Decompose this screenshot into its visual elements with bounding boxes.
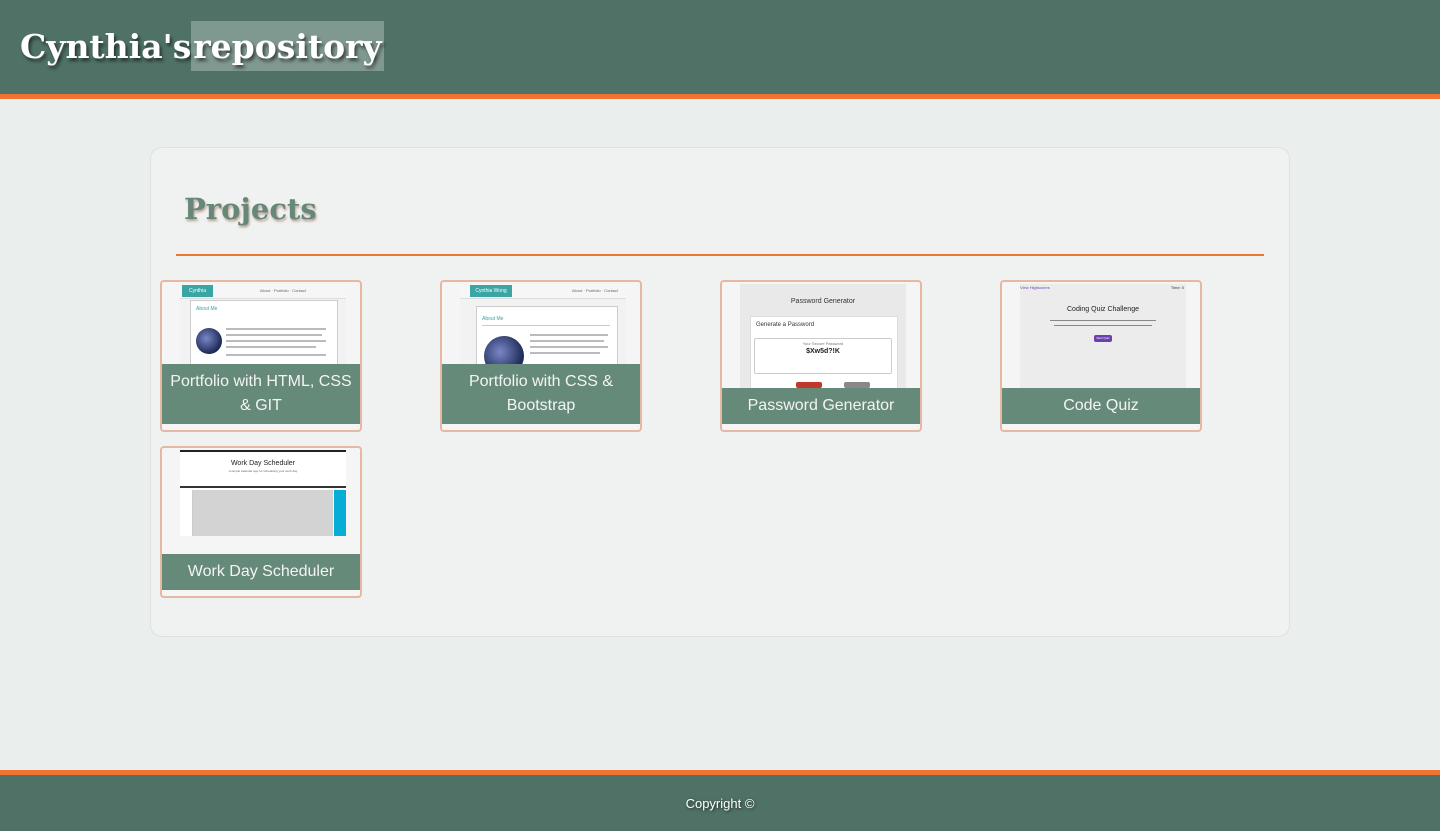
thumb-nav-links: About · Portfolio · Contact <box>571 288 618 293</box>
site-title-part1: Cynthia's <box>20 26 192 66</box>
thumb-scheduler-title: Work Day Scheduler <box>230 460 296 467</box>
site-title-part2-highlighted: repository <box>191 21 384 71</box>
thumb-text-line <box>530 346 608 348</box>
thumb-text-line <box>530 352 600 354</box>
project-card-code-quiz[interactable]: View Highscores Time: 0 Coding Quiz Chal… <box>1000 280 1202 432</box>
project-card-title: Portfolio with CSS & Bootstrap <box>442 364 640 424</box>
site-header: Cynthia's repository <box>0 0 1440 99</box>
site-footer: Copyright © <box>0 770 1440 831</box>
thumb-text-line <box>226 328 326 330</box>
project-card-title: Work Day Scheduler <box>162 554 360 590</box>
thumb-text-line <box>1054 325 1152 326</box>
project-thumbnail: Password Generator Generate a Password Y… <box>740 284 906 389</box>
project-card-portfolio-html-css-git[interactable]: Cynthia Wong About · Portfolio · Contact… <box>160 280 362 432</box>
projects-heading: Projects <box>184 192 317 226</box>
thumb-password-value: $Xw5d?!K <box>806 348 840 355</box>
thumb-about-heading: About Me <box>482 316 504 322</box>
thumb-top-rule <box>180 450 346 452</box>
thumb-card-subtitle: Generate a Password <box>756 322 815 328</box>
thumb-about-heading: About Me <box>196 306 218 312</box>
project-card-password-generator[interactable]: Password Generator Generate a Password Y… <box>720 280 922 432</box>
thumb-highscores-link: View Highscores <box>1020 285 1050 290</box>
site-title: Cynthia's repository <box>20 21 384 71</box>
projects-panel: Projects Cynthia Wong About · Portfolio … <box>150 147 1290 637</box>
project-card-title: Portfolio with HTML, CSS & GIT <box>162 364 360 424</box>
thumb-text-line <box>530 340 604 342</box>
thumb-app-title: Password Generator <box>790 298 856 305</box>
thumb-scheduler-subtitle: A simple calendar app for scheduling you… <box>228 469 298 473</box>
thumb-event-area <box>193 490 333 536</box>
copyright-text: Copyright © <box>685 796 755 811</box>
thumb-time-column <box>180 490 193 536</box>
project-card-work-day-scheduler[interactable]: Work Day Scheduler A simple calendar app… <box>160 446 362 598</box>
thumb-text-line <box>226 334 322 336</box>
thumb-timer: Time: 0 <box>1170 285 1184 290</box>
thumb-start-button: Start Quiz <box>1094 335 1112 342</box>
section-divider <box>176 254 1264 256</box>
thumb-header-rule <box>180 486 346 488</box>
project-card-title: Password Generator <box>722 388 920 424</box>
thumb-text-line <box>226 346 316 348</box>
thumb-save-buttons <box>334 490 346 536</box>
project-card-portfolio-css-bootstrap[interactable]: Cynthia Wong About · Portfolio · Contact… <box>440 280 642 432</box>
thumb-avatar <box>196 328 222 354</box>
thumb-text-line <box>530 334 608 336</box>
thumb-text-line <box>482 325 610 326</box>
project-thumbnail: Work Day Scheduler A simple calendar app… <box>180 450 346 536</box>
thumb-brand: Cynthia Wong <box>470 285 512 297</box>
thumb-text-line <box>1050 320 1156 321</box>
thumb-brand: Cynthia Wong <box>182 285 213 306</box>
thumb-nav-links: About · Portfolio · Contact <box>259 288 306 293</box>
thumb-password-hint: Your Secure Password <box>802 341 844 346</box>
thumb-text-line <box>226 354 326 356</box>
thumb-text-line <box>226 340 326 342</box>
project-card-title: Code Quiz <box>1002 388 1200 424</box>
thumb-quiz-title: Coding Quiz Challenge <box>1067 306 1139 313</box>
project-thumbnail: View Highscores Time: 0 Coding Quiz Chal… <box>1020 284 1186 389</box>
